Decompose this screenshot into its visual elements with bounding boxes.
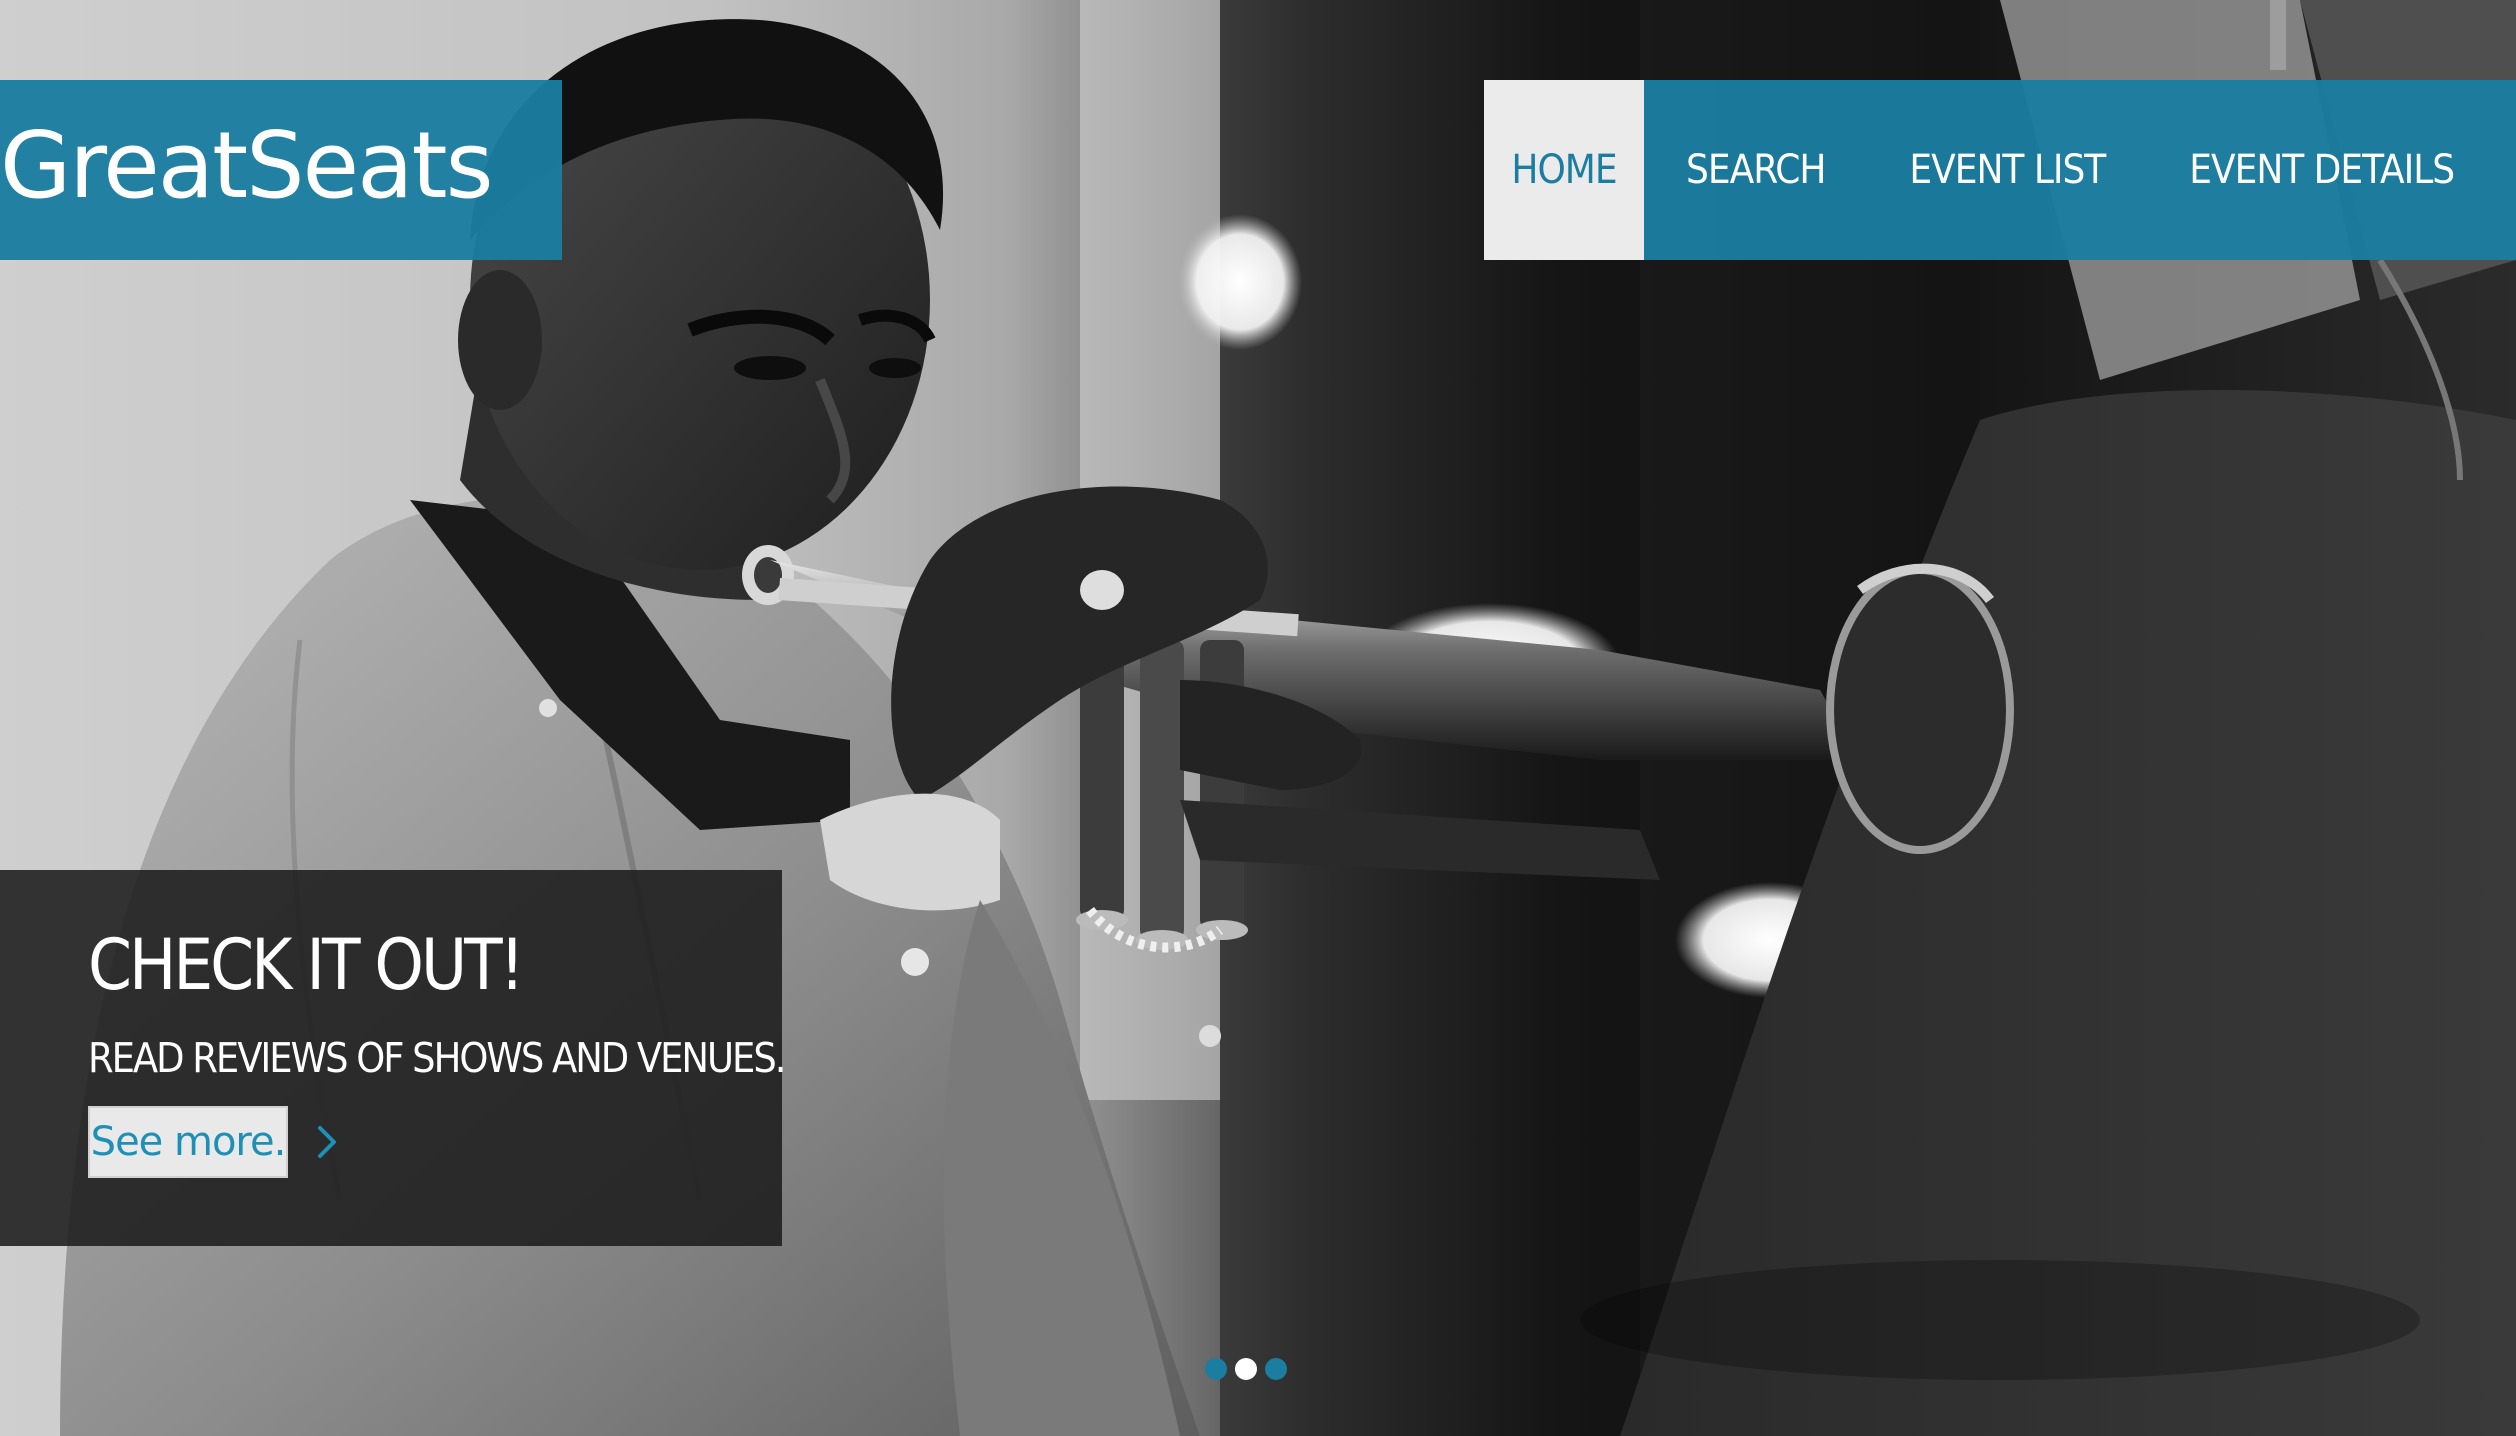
nav-item-event-list[interactable]: EVENT LIST [1867, 80, 2147, 260]
page-root: GreatSeats HOME SEARCH EVENT LIST EVENT … [0, 0, 2516, 1436]
see-more-button[interactable]: See more. [88, 1106, 288, 1178]
hero-headline: CHECK IT OUT! [88, 924, 525, 1006]
carousel-dot-2[interactable] [1235, 1358, 1257, 1380]
brand-header: GreatSeats [0, 80, 562, 260]
carousel-dot-3[interactable] [1265, 1358, 1287, 1380]
hero-caption-card: CHECK IT OUT! READ REVIEWS OF SHOWS AND … [0, 870, 786, 1246]
chevron-right-icon[interactable] [312, 1120, 342, 1164]
hero-subheadline: READ REVIEWS OF SHOWS AND VENUES. [88, 1034, 786, 1082]
brand-logo-link[interactable]: GreatSeats [0, 120, 494, 212]
nav-item-search[interactable]: SEARCH [1644, 80, 1867, 260]
carousel-dot-1[interactable] [1205, 1358, 1227, 1380]
nav-item-home[interactable]: HOME [1484, 80, 1644, 260]
carousel-indicators [1205, 1358, 1287, 1380]
nav-item-event-details[interactable]: EVENT DETAILS [2147, 80, 2496, 260]
main-navigation: HOME SEARCH EVENT LIST EVENT DETAILS [1484, 80, 2516, 260]
